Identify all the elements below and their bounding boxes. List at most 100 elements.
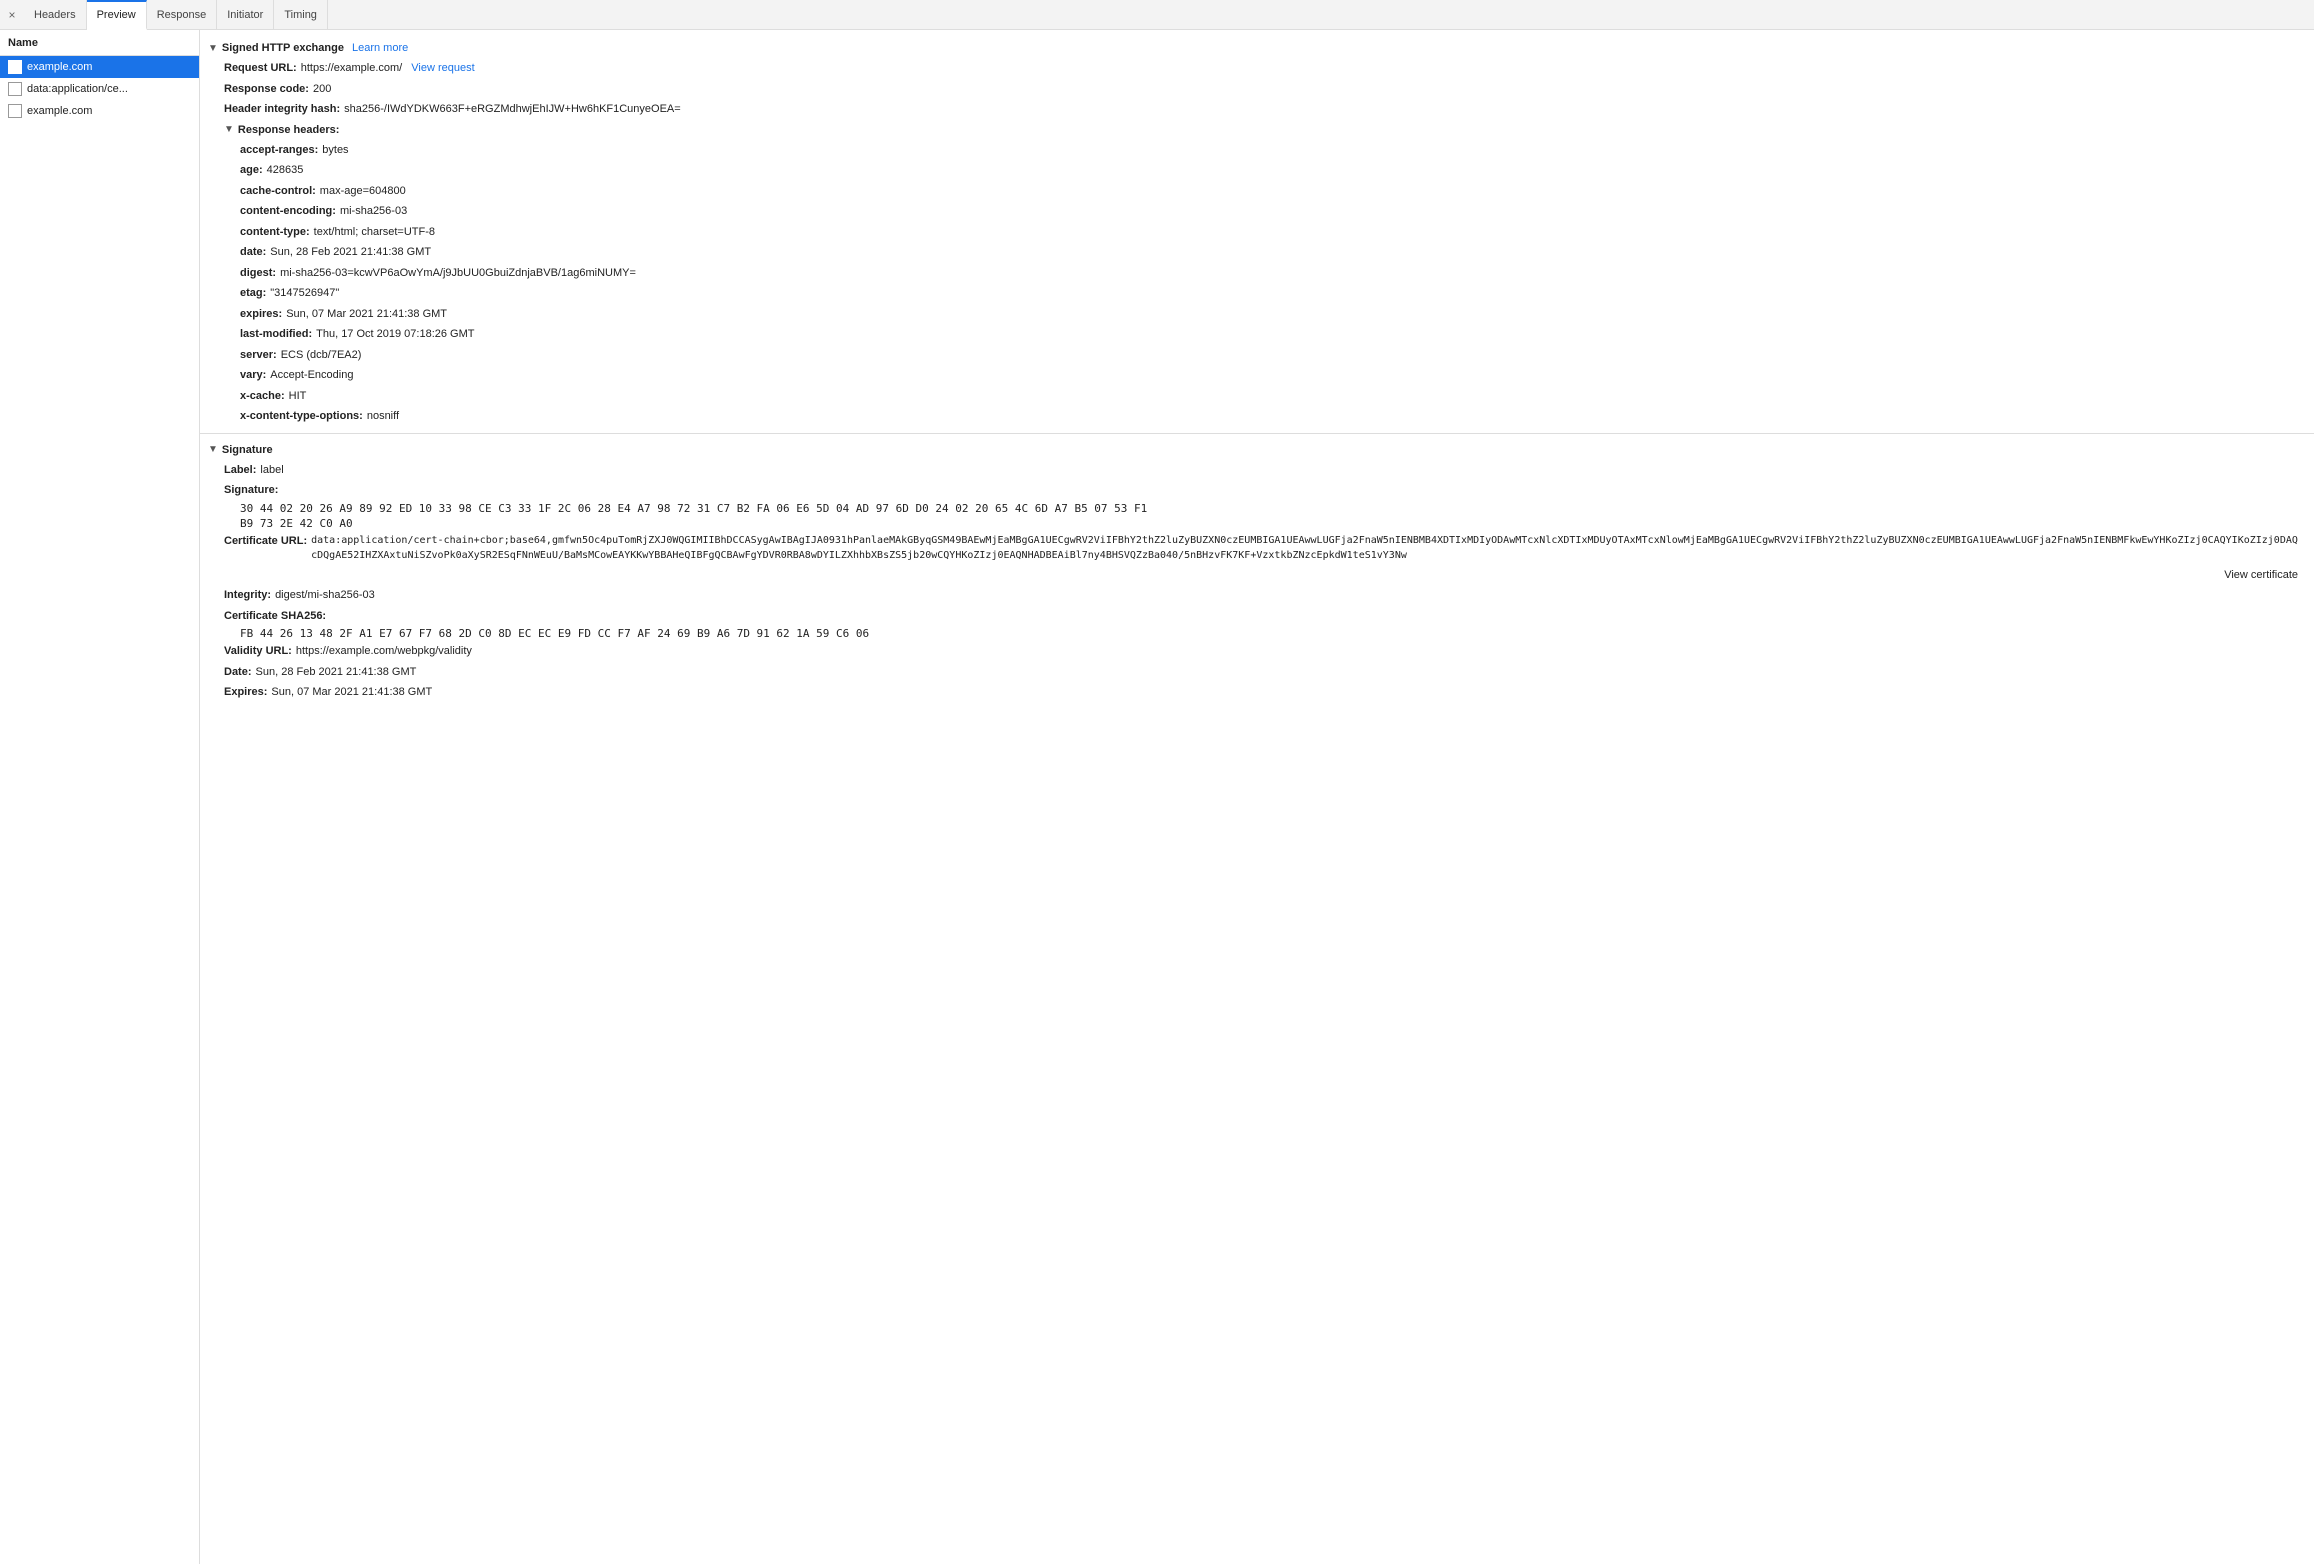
- sidebar-header: Name: [0, 30, 199, 56]
- response-header-label: expires:: [240, 306, 282, 323]
- response-header-row: digest:mi-sha256-03=kcwVP6aOwYmA/j9JbUU0…: [200, 263, 2314, 284]
- header-integrity-label: Header integrity hash:: [224, 101, 340, 118]
- response-header-value: Accept-Encoding: [270, 367, 353, 384]
- sig-expires-label: Expires:: [224, 684, 267, 701]
- response-header-label: cache-control:: [240, 183, 316, 200]
- response-header-label: last-modified:: [240, 326, 312, 343]
- response-header-value: "3147526947": [270, 285, 339, 302]
- content-panel: ▼ Signed HTTP exchange Learn more Reques…: [200, 30, 2314, 1564]
- response-header-value: text/html; charset=UTF-8: [314, 224, 435, 241]
- response-header-label: content-encoding:: [240, 203, 336, 220]
- tab-headers[interactable]: Headers: [24, 0, 87, 30]
- sidebar-item-label-2: data:application/ce...: [27, 83, 128, 95]
- tab-preview[interactable]: Preview: [87, 0, 147, 30]
- response-header-row: x-cache:HIT: [200, 386, 2314, 407]
- sig-label-row: Label: label: [200, 460, 2314, 481]
- triangle-icon: ▼: [208, 43, 218, 54]
- signed-exchange-title: Signed HTTP exchange: [222, 42, 344, 54]
- cert-url-row: Certificate URL: data:application/cert-c…: [200, 531, 2314, 565]
- sig-label-value: label: [260, 462, 283, 479]
- tab-response[interactable]: Response: [147, 0, 218, 30]
- response-header-row: age:428635: [200, 160, 2314, 181]
- response-header-row: server:ECS (dcb/7EA2): [200, 345, 2314, 366]
- sig-date-label: Date:: [224, 664, 252, 681]
- integrity-label: Integrity:: [224, 587, 271, 604]
- response-header-row: etag:"3147526947": [200, 283, 2314, 304]
- response-header-value: ECS (dcb/7EA2): [281, 347, 362, 364]
- response-header-row: cache-control:max-age=604800: [200, 181, 2314, 202]
- learn-more-link[interactable]: Learn more: [352, 42, 408, 54]
- file-icon-2: [8, 82, 22, 96]
- sig-date-value: Sun, 28 Feb 2021 21:41:38 GMT: [256, 664, 417, 681]
- signature-triangle: ▼: [208, 444, 218, 455]
- sig-expires-value: Sun, 07 Mar 2021 21:41:38 GMT: [271, 684, 432, 701]
- response-header-row: date:Sun, 28 Feb 2021 21:41:38 GMT: [200, 242, 2314, 263]
- response-header-value: mi-sha256-03=kcwVP6aOwYmA/j9JbUU0GbuiZdn…: [280, 265, 636, 282]
- response-header-value: 428635: [267, 162, 304, 179]
- sig-label-label: Label:: [224, 462, 256, 479]
- sidebar-item-label-1: example.com: [27, 61, 92, 73]
- response-headers-header[interactable]: ▼ Response headers:: [200, 120, 2314, 140]
- header-integrity-row: Header integrity hash: sha256-/IWdYDKW66…: [200, 99, 2314, 120]
- sig-signature-row: Signature:: [200, 480, 2314, 501]
- response-header-label: accept-ranges:: [240, 142, 318, 159]
- response-header-label: date:: [240, 244, 266, 261]
- response-header-row: last-modified:Thu, 17 Oct 2019 07:18:26 …: [200, 324, 2314, 345]
- response-header-row: vary:Accept-Encoding: [200, 365, 2314, 386]
- divider-1: [200, 433, 2314, 434]
- response-header-label: x-cache:: [240, 388, 285, 405]
- sig-hex-2: B9 73 2E 42 C0 A0: [200, 516, 2314, 531]
- response-header-value: max-age=604800: [320, 183, 406, 200]
- signed-exchange-header[interactable]: ▼ Signed HTTP exchange Learn more: [200, 38, 2314, 58]
- sig-hex-1: 30 44 02 20 26 A9 89 92 ED 10 33 98 CE C…: [200, 501, 2314, 516]
- sidebar-item-example-com-2[interactable]: example.com: [0, 100, 199, 122]
- response-header-value: Thu, 17 Oct 2019 07:18:26 GMT: [316, 326, 474, 343]
- sig-expires-row: Expires: Sun, 07 Mar 2021 21:41:38 GMT: [200, 682, 2314, 703]
- cert-url-label: Certificate URL:: [224, 533, 307, 550]
- signature-header[interactable]: ▼ Signature: [200, 440, 2314, 460]
- response-code-label: Response code:: [224, 81, 309, 98]
- tab-close-button[interactable]: ×: [4, 7, 20, 23]
- request-url-text: https://example.com/: [301, 62, 403, 74]
- response-header-label: etag:: [240, 285, 266, 302]
- response-header-value: mi-sha256-03: [340, 203, 407, 220]
- view-certificate-link[interactable]: View certificate: [2224, 567, 2298, 584]
- request-url-value: https://example.com/ View request: [301, 60, 475, 77]
- cert-sha256-row: Certificate SHA256:: [200, 606, 2314, 627]
- sidebar: Name example.com data:application/ce... …: [0, 30, 200, 1564]
- signature-title: Signature: [222, 444, 273, 456]
- cert-sha256-value: FB 44 26 13 48 2F A1 E7 67 F7 68 2D C0 8…: [200, 626, 2314, 641]
- main-layout: Name example.com data:application/ce... …: [0, 30, 2314, 1564]
- sig-signature-label: Signature:: [224, 482, 278, 499]
- view-request-link[interactable]: View request: [411, 62, 474, 74]
- validity-url-value: https://example.com/webpkg/validity: [296, 643, 472, 660]
- response-header-label: content-type:: [240, 224, 310, 241]
- file-icon-3: [8, 104, 22, 118]
- integrity-value: digest/mi-sha256-03: [275, 587, 375, 604]
- header-integrity-value: sha256-/IWdYDKW663F+eRGZMdhwjEhIJW+Hw6hK…: [344, 101, 681, 118]
- response-header-row: content-encoding:mi-sha256-03: [200, 201, 2314, 222]
- response-headers-container: accept-ranges:bytesage:428635cache-contr…: [200, 140, 2314, 427]
- response-header-label: server:: [240, 347, 277, 364]
- validity-url-row: Validity URL: https://example.com/webpkg…: [200, 641, 2314, 662]
- response-header-row: expires:Sun, 07 Mar 2021 21:41:38 GMT: [200, 304, 2314, 325]
- cert-url-value: data:application/cert-chain+cbor;base64,…: [311, 533, 2298, 563]
- response-headers-title: Response headers:: [238, 124, 339, 136]
- view-cert-row: View certificate: [200, 565, 2314, 586]
- response-header-row: x-content-type-options:nosniff: [200, 406, 2314, 427]
- response-header-label: vary:: [240, 367, 266, 384]
- sidebar-item-example-com-1[interactable]: example.com: [0, 56, 199, 78]
- response-header-value: Sun, 07 Mar 2021 21:41:38 GMT: [286, 306, 447, 323]
- sidebar-item-label-3: example.com: [27, 105, 92, 117]
- response-code-value: 200: [313, 81, 331, 98]
- file-icon-1: [8, 60, 22, 74]
- response-header-row: accept-ranges:bytes: [200, 140, 2314, 161]
- integrity-row: Integrity: digest/mi-sha256-03: [200, 585, 2314, 606]
- tab-timing[interactable]: Timing: [274, 0, 328, 30]
- sidebar-item-data-app[interactable]: data:application/ce...: [0, 78, 199, 100]
- validity-url-label: Validity URL:: [224, 643, 292, 660]
- tab-initiator[interactable]: Initiator: [217, 0, 274, 30]
- response-code-row: Response code: 200: [200, 79, 2314, 100]
- response-header-value: bytes: [322, 142, 348, 159]
- response-header-label: x-content-type-options:: [240, 408, 363, 425]
